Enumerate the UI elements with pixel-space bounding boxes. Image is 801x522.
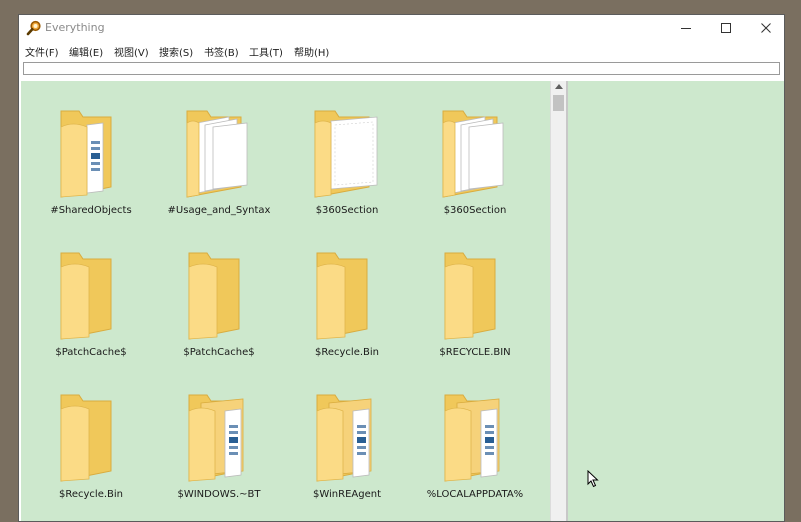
result-item[interactable]: $WinREAgent	[283, 367, 411, 500]
minimize-button[interactable]	[666, 15, 706, 41]
results-pane[interactable]: #SharedObjects #Usage_and_Syntax $360Sec…	[21, 81, 550, 521]
item-name: #Usage_and_Syntax	[167, 205, 271, 216]
window-title: Everything	[45, 21, 105, 34]
folder-with-papers-icon	[186, 110, 248, 198]
item-name: $Recycle.Bin	[314, 347, 379, 358]
menu-file[interactable]: 文件(F)	[25, 44, 59, 59]
result-item[interactable]: $360Section	[283, 83, 411, 216]
item-name: $360Section	[443, 205, 507, 216]
item-name: $PatchCache$	[183, 347, 255, 358]
result-item[interactable]: $WINDOWS.~BT	[155, 367, 283, 500]
result-item[interactable]: $360Section	[411, 83, 539, 216]
result-item[interactable]: #SharedObjects	[27, 83, 155, 216]
result-item[interactable]: $Recycle.Bin	[283, 225, 411, 358]
result-item[interactable]: $PatchCache$	[155, 225, 283, 358]
mouse-cursor-icon	[587, 470, 599, 488]
item-name: $WINDOWS.~BT	[177, 489, 261, 500]
menu-view[interactable]: 视图(V)	[114, 44, 149, 59]
item-name: $WinREAgent	[312, 489, 381, 500]
scroll-up-arrow-icon[interactable]	[555, 83, 563, 89]
result-item[interactable]: $Recycle.Bin	[27, 367, 155, 500]
menu-edit[interactable]: 编辑(E)	[69, 44, 103, 59]
maximize-icon	[721, 23, 731, 33]
folder-icon	[444, 252, 496, 340]
item-name: $360Section	[315, 205, 379, 216]
search-box	[23, 62, 780, 75]
folder-with-document-icon	[188, 394, 244, 482]
item-name: #SharedObjects	[50, 205, 132, 216]
result-item[interactable]: $RECYCLE.BIN	[411, 225, 539, 358]
folder-with-document-icon	[444, 394, 500, 482]
menu-tools[interactable]: 工具(T)	[249, 44, 283, 59]
folder-icon	[188, 252, 240, 340]
menu-search[interactable]: 搜索(S)	[159, 44, 193, 59]
menu-bookmarks[interactable]: 书签(B)	[204, 44, 239, 59]
folder-with-paper-icon	[314, 110, 378, 198]
everything-window: Everything 文件(F) 编辑(E) 视图(V) 搜索(S) 书签(B)…	[18, 14, 785, 522]
search-input[interactable]	[24, 63, 779, 74]
preview-pane	[568, 81, 784, 521]
title-bar[interactable]: Everything	[19, 15, 784, 41]
result-item[interactable]: $PatchCache$	[27, 225, 155, 358]
magnifier-icon	[26, 20, 41, 36]
result-item[interactable]: %LOCALAPPDATA%	[411, 367, 539, 500]
result-item[interactable]: #Usage_and_Syntax	[155, 83, 283, 216]
folder-icon	[60, 252, 112, 340]
close-icon	[761, 23, 771, 33]
scroll-thumb[interactable]	[553, 95, 564, 111]
vertical-scrollbar[interactable]	[550, 81, 566, 521]
maximize-button[interactable]	[706, 15, 746, 41]
folder-icon	[316, 252, 368, 340]
item-name: $RECYCLE.BIN	[439, 347, 511, 358]
item-name: $Recycle.Bin	[58, 489, 123, 500]
folder-with-document-icon	[316, 394, 372, 482]
folder-with-papers-icon	[442, 110, 504, 198]
item-name: $PatchCache$	[55, 347, 127, 358]
folder-icon	[60, 394, 112, 482]
menu-bar: 文件(F) 编辑(E) 视图(V) 搜索(S) 书签(B) 工具(T) 帮助(H…	[19, 41, 784, 61]
folder-with-document-icon	[60, 110, 112, 198]
minimize-icon	[681, 28, 691, 29]
close-button[interactable]	[746, 15, 784, 41]
menu-help[interactable]: 帮助(H)	[294, 44, 329, 59]
item-name: %LOCALAPPDATA%	[426, 489, 524, 500]
